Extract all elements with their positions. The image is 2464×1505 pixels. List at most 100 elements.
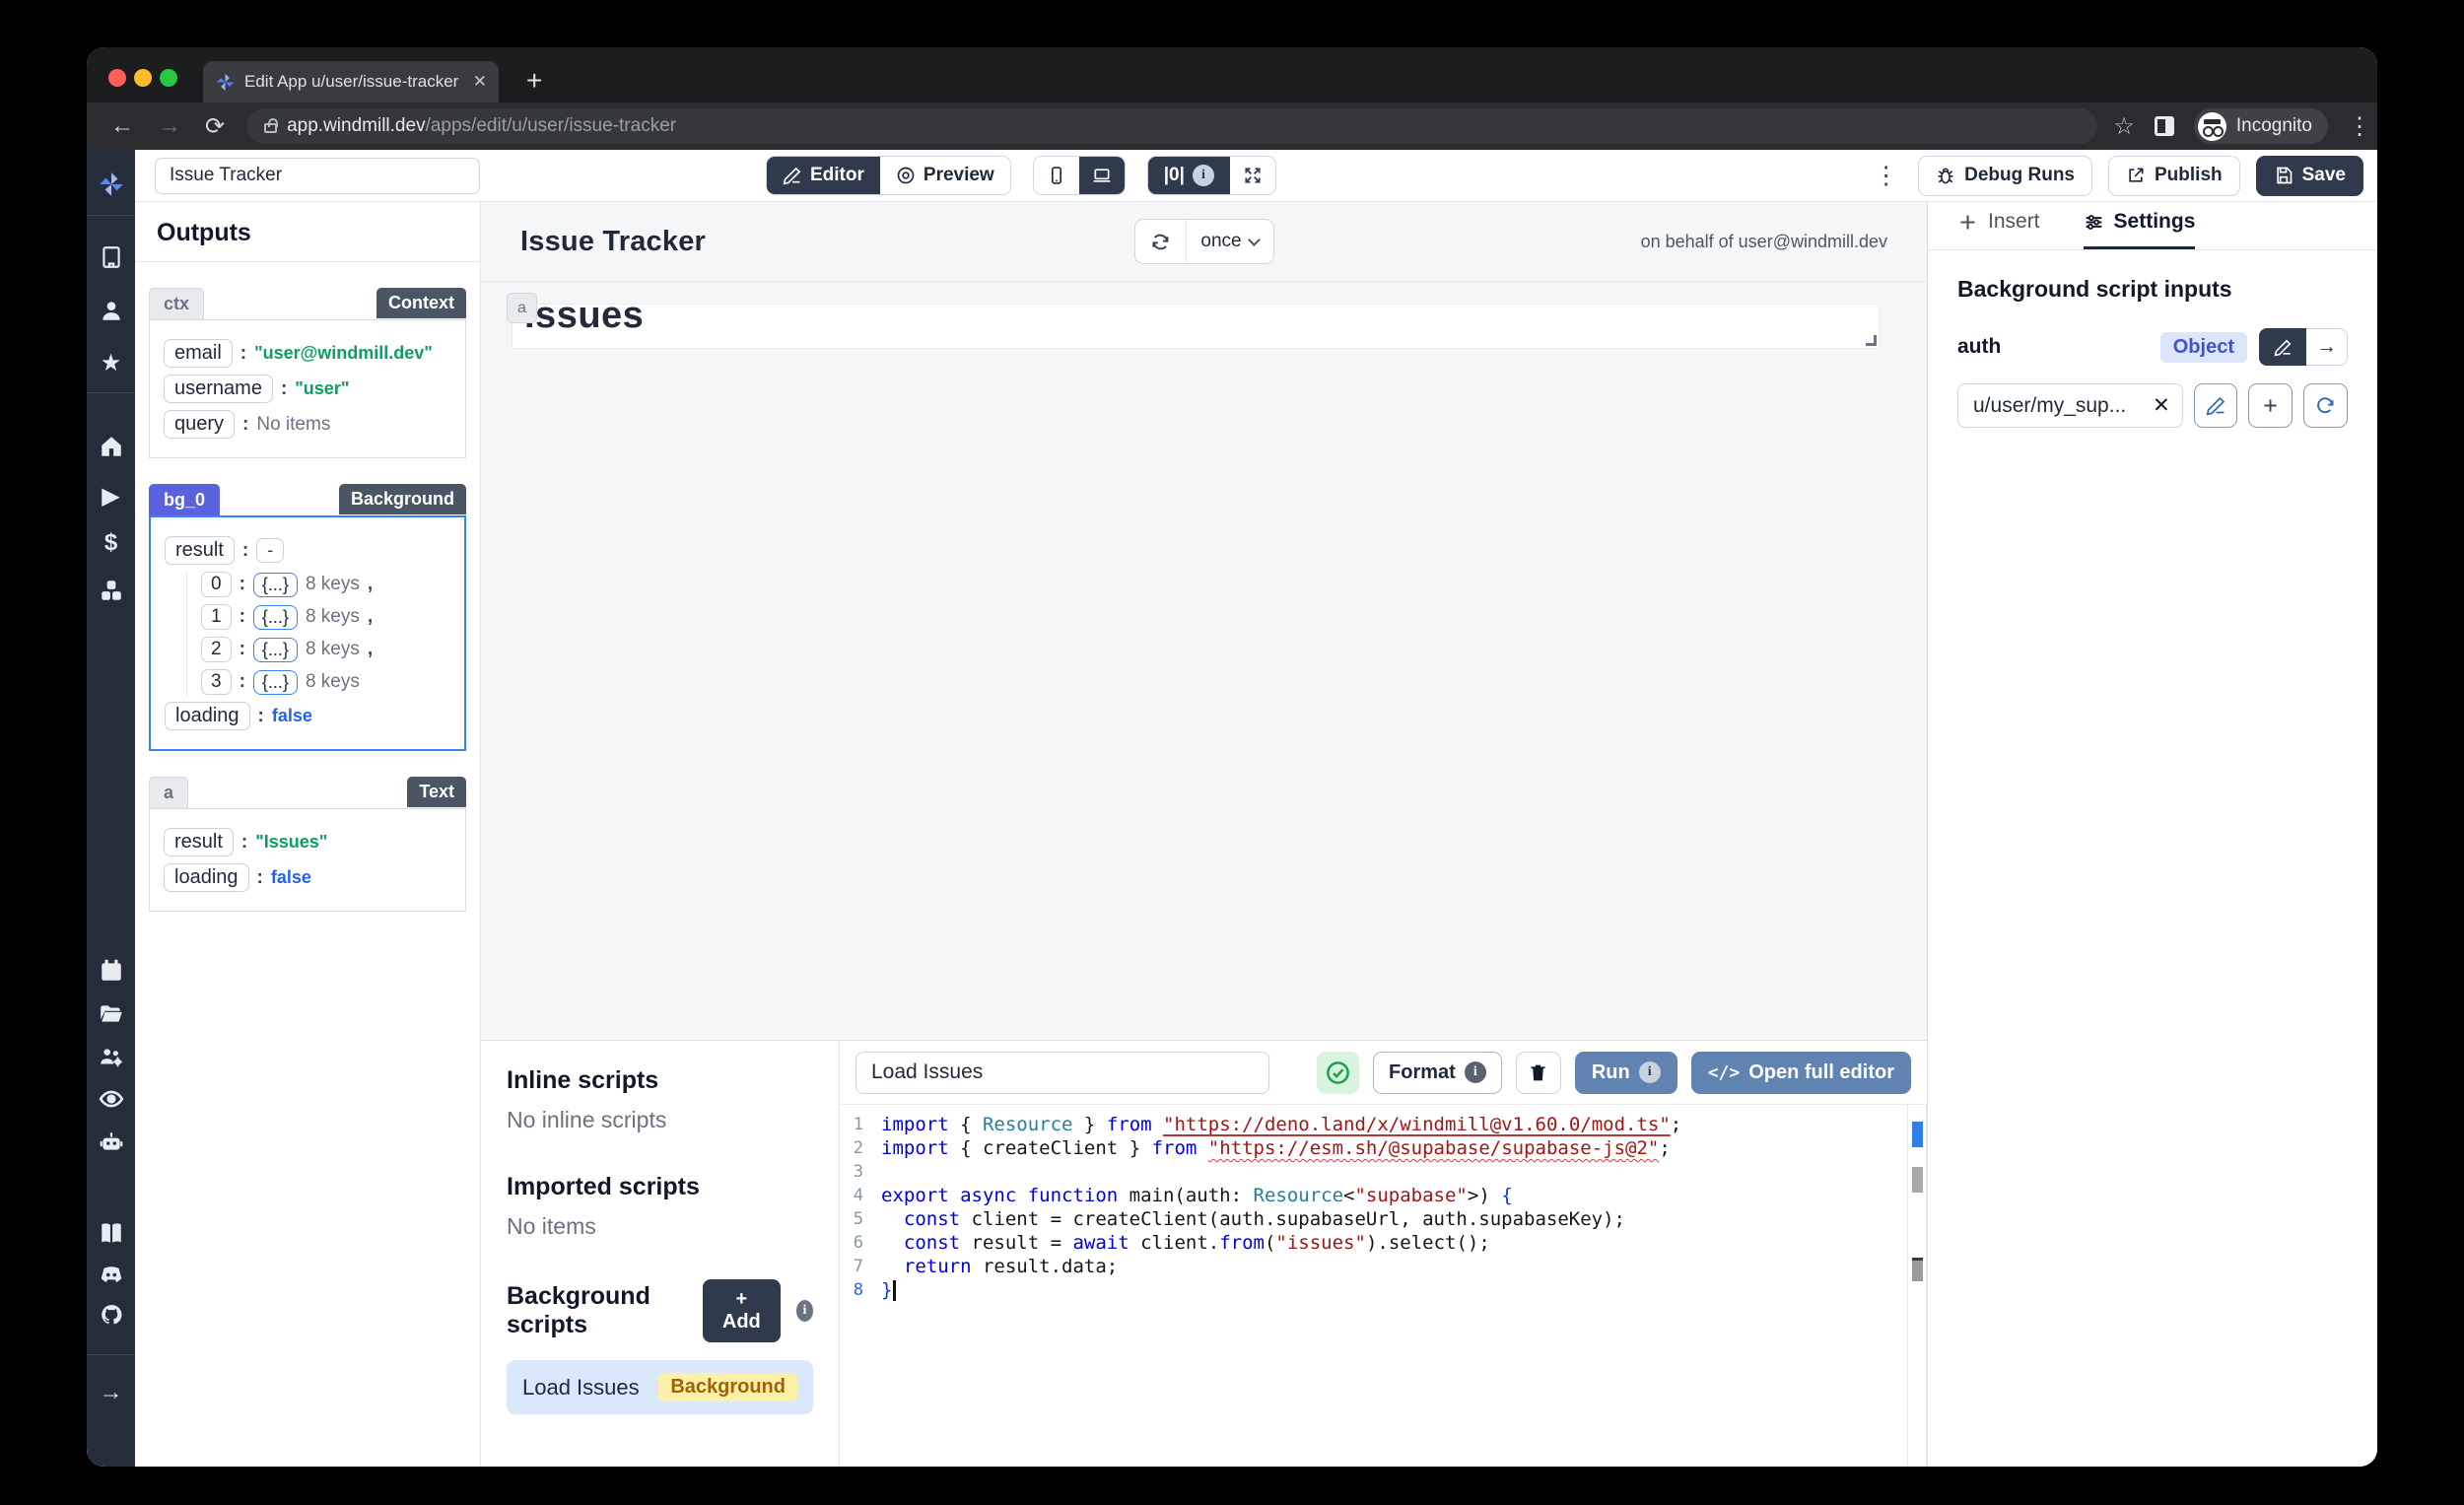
resources-cubes-icon[interactable] [99,578,124,603]
docs-book-icon[interactable] [99,1220,124,1246]
new-tab-button[interactable]: + [526,65,542,97]
delete-script-button[interactable] [1516,1052,1561,1094]
audit-eye-icon[interactable] [99,1086,124,1112]
left-rail: ★ ▶ $ → [87,150,135,1467]
line-number: 8 [840,1278,881,1302]
groups-users-gear-icon[interactable] [99,1045,124,1070]
code-line: 7 return result.data; [840,1255,1927,1278]
workspace-building-icon[interactable] [99,244,124,270]
run-button[interactable]: Runi [1575,1052,1677,1094]
rail-divider [87,392,135,393]
favorites-star-icon[interactable]: ★ [99,350,124,376]
edit-resource-button[interactable] [2194,383,2238,428]
debug-runs-button[interactable]: Debug Runs [1918,156,2092,196]
static-mode-button[interactable] [2259,328,2306,366]
preview-mode-button[interactable]: Preview [880,157,1010,194]
object-expand-chip[interactable]: {...} [253,573,298,597]
forward-icon[interactable]: → [158,112,181,140]
variables-dollar-icon[interactable]: $ [99,530,124,556]
github-icon[interactable] [99,1303,124,1329]
app-canvas: Issue Tracker once on behalf of user@win… [481,202,1927,1040]
ctx-id-chip[interactable]: ctx [149,288,204,319]
save-button[interactable]: Save [2256,156,2363,196]
browser-tab[interactable]: Edit App u/user/issue-tracker | ✕ [203,61,499,103]
ai-robot-icon[interactable] [99,1129,124,1155]
script-name-input[interactable] [856,1052,1269,1094]
app-name-input[interactable] [155,158,480,194]
more-menu-icon[interactable]: ⋮ [1874,161,1898,190]
tab-close-icon[interactable]: ✕ [473,72,487,92]
background-scripts-title: Background scripts [507,1282,687,1339]
code-brackets-icon: </> [1708,1062,1741,1083]
background-script-item[interactable]: Load Issues Background [507,1360,813,1414]
publish-button[interactable]: Publish [2108,156,2240,196]
add-resource-button[interactable] [2248,383,2293,428]
text-component[interactable]: a Issues [513,305,1879,348]
folders-icon[interactable] [99,1001,124,1027]
resource-input[interactable] [1957,383,2183,428]
open-full-editor-button[interactable]: </>Open full editor [1691,1052,1911,1094]
windmill-logo-icon[interactable] [99,171,124,197]
save-icon [2274,166,2293,185]
traffic-close-button[interactable] [108,69,126,87]
url-host: app.windmill.dev [287,115,425,136]
output-row: result:"Issues" [164,828,451,856]
object-expand-chip[interactable]: {...} [253,670,298,695]
refresh-mode-dropdown[interactable]: once [1186,220,1272,263]
editor-overview-ruler[interactable] [1907,1104,1927,1467]
object-expand-chip[interactable]: {...} [253,638,298,662]
schedules-calendar-icon[interactable] [99,958,124,984]
windmill-app: ★ ▶ $ → Editor [87,150,2377,1467]
traffic-minimize-button[interactable] [134,69,152,87]
component-id-chip[interactable]: a [507,293,537,323]
tab-insert[interactable]: Insert [1957,210,2040,249]
background-badge: Background [658,1373,797,1402]
line-number: 1 [840,1113,881,1136]
section-title: Background script inputs [1957,276,2348,303]
discord-icon[interactable] [99,1262,124,1287]
code-editor[interactable]: 1import { Resource } from "https://deno.… [840,1104,1927,1467]
ruler-toggle-button[interactable]: |0| i [1148,157,1230,194]
chrome-menu-icon[interactable]: ⋮ [2348,112,2371,141]
runs-play-icon[interactable]: ▶ [99,483,124,509]
expand-rail-arrow-icon[interactable]: → [99,1380,124,1405]
bg0-id-chip[interactable]: bg_0 [149,484,220,515]
collapse-toggle[interactable]: - [256,538,284,563]
ruler-marker [1912,1122,1923,1147]
clear-x-icon[interactable]: ✕ [2153,393,2170,418]
mobile-view-button[interactable] [1034,157,1079,194]
object-expand-chip[interactable]: {...} [253,605,298,630]
add-background-script-button[interactable]: + Add [703,1279,781,1342]
home-icon[interactable] [99,434,124,459]
format-button[interactable]: Formati [1373,1052,1502,1094]
fullscreen-button[interactable] [1230,157,1275,194]
on-behalf-label: on behalf of user@windmill.dev [1641,232,1887,252]
refresh-button[interactable] [1134,220,1186,263]
type-badge: Object [2160,332,2247,363]
desktop-view-button[interactable] [1079,157,1125,194]
external-link-icon [2126,166,2146,185]
field-controls: Object → [2160,328,2348,366]
array-item-row: 0:{...}8 keys, [201,572,450,597]
refresh-resource-button[interactable] [2303,383,2348,428]
editor-mode-button[interactable]: Editor [767,157,880,194]
a-id-chip[interactable]: a [149,777,188,808]
output-row: result:- [165,536,450,565]
side-panel-icon[interactable] [2155,116,2174,136]
connect-mode-button[interactable]: → [2306,328,2348,366]
output-block-bg0: bg_0 Background result:- 0:{...}8 keys, … [149,484,466,751]
tab-title: Edit App u/user/issue-tracker | [244,72,464,92]
auth-field-row: auth Object → [1957,328,2348,366]
address-bar[interactable]: app.windmill.dev/apps/edit/u/user/issue-… [246,108,2097,144]
traffic-zoom-button[interactable] [160,69,177,87]
app-topbar: Editor Preview |0| i [135,150,2377,202]
bookmark-star-icon[interactable]: ☆ [2113,112,2135,141]
resize-handle[interactable] [1866,335,1877,346]
reload-icon[interactable]: ⟳ [205,112,225,141]
tab-settings[interactable]: Settings [2084,210,2196,249]
outputs-panel: Outputs ctx Context email:"user@windmill… [135,202,481,1467]
ruler-marker [1912,1167,1923,1193]
user-icon[interactable] [99,298,124,323]
back-icon[interactable]: ← [110,112,134,140]
sliders-icon [2084,212,2104,233]
